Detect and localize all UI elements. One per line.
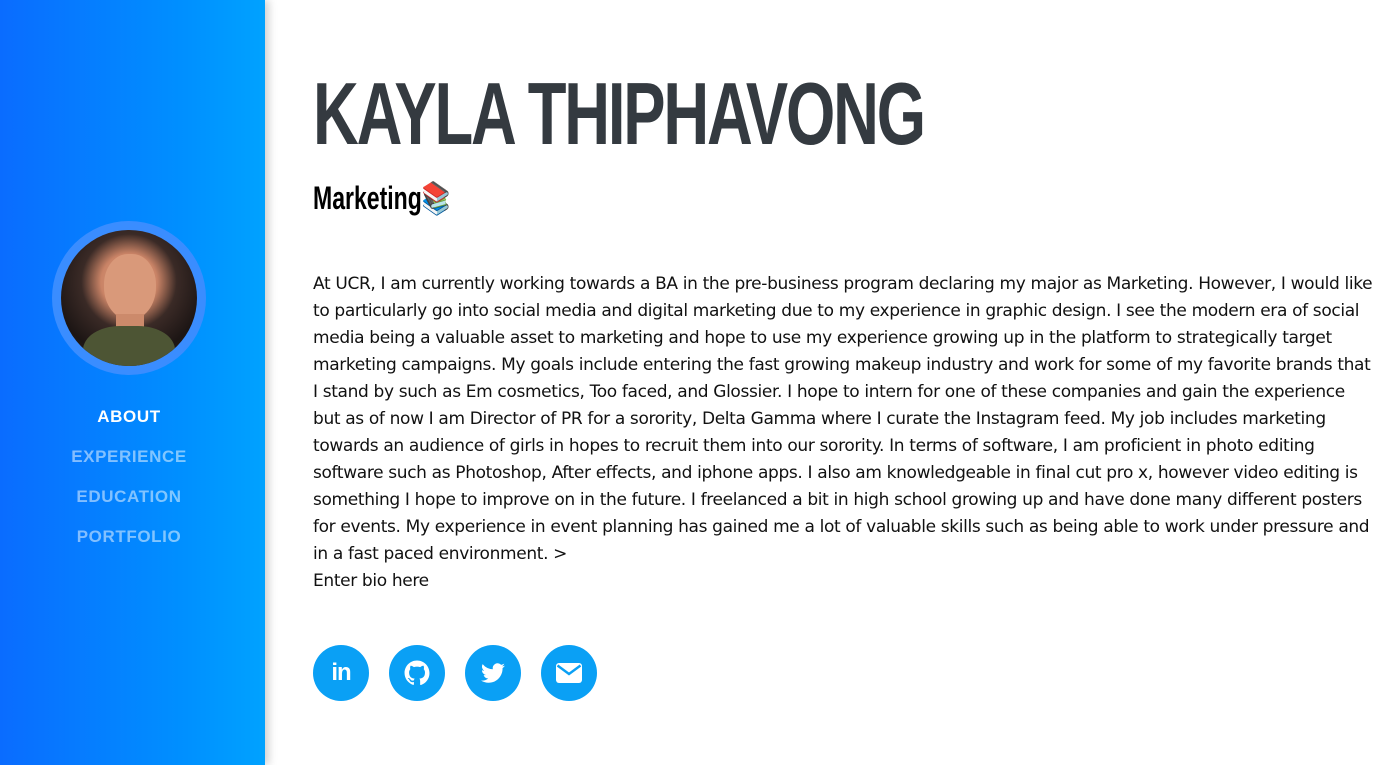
bio-text: At UCR, I am currently working towards a… (313, 274, 1373, 564)
twitter-button[interactable] (465, 645, 521, 701)
avatar (61, 230, 197, 366)
subtitle: Marketing📚 (313, 180, 451, 216)
avatar-clothing (83, 326, 175, 366)
github-button[interactable] (389, 645, 445, 701)
sidebar: ABOUT EXPERIENCE EDUCATION PORTFOLIO (0, 0, 265, 765)
nav-item-experience[interactable]: EXPERIENCE (0, 444, 258, 484)
email-icon (556, 663, 582, 683)
avatar-face (104, 254, 156, 320)
bio-placeholder-text: Enter bio here (313, 571, 429, 591)
nav-item-about[interactable]: ABOUT (0, 404, 258, 444)
page-title: KAYLA THIPHAVONG (313, 64, 926, 163)
github-icon (404, 660, 430, 685)
email-button[interactable] (541, 645, 597, 701)
twitter-icon (481, 663, 505, 683)
social-links: in (313, 645, 597, 701)
linkedin-button[interactable]: in (313, 645, 369, 701)
linkedin-icon: in (331, 659, 351, 686)
nav-item-portfolio[interactable]: PORTFOLIO (0, 524, 258, 564)
avatar-ring (52, 221, 206, 375)
nav-item-education[interactable]: EDUCATION (0, 484, 258, 524)
sidebar-nav: ABOUT EXPERIENCE EDUCATION PORTFOLIO (0, 404, 258, 564)
